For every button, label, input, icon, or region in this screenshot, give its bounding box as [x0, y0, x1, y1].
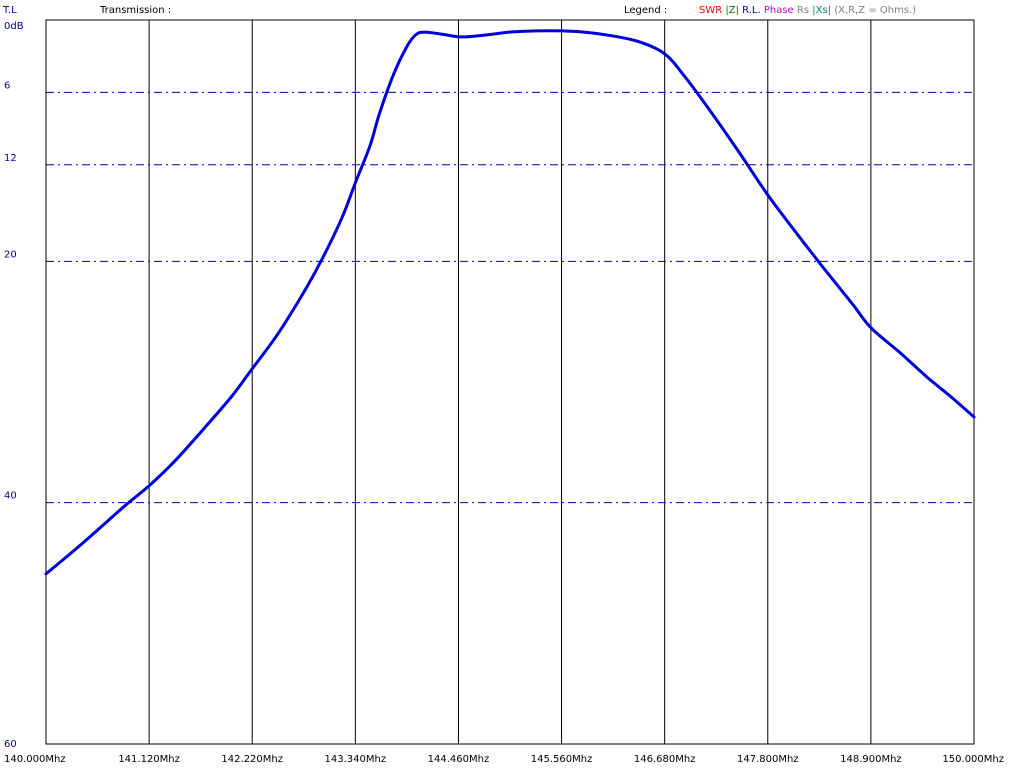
x-tick-label: 146.680Mhz [634, 754, 696, 765]
legend: SWR |Z| R.L. Phase Rs |Xs| (X,R,Z = Ohms… [699, 5, 916, 16]
x-tick-label: 142.220Mhz [221, 754, 283, 765]
x-tick-label: 148.900Mhz [840, 754, 902, 765]
svg-text:SWR |Z| R.L. Phase Rs |Xs| (X,: SWR |Z| R.L. Phase Rs |Xs| (X,R,Z = Ohms… [699, 5, 916, 16]
chart-title: Transmission : [99, 5, 171, 16]
legend-item: R.L. [739, 5, 761, 16]
x-tick-label: 141.120Mhz [118, 754, 180, 765]
legend-item: |Z| [722, 5, 739, 16]
legend-label: Legend : [624, 5, 667, 16]
x-tick-label: 144.460Mhz [428, 754, 490, 765]
y-tick-label: 60 [4, 739, 17, 750]
y-tick-label: 20 [4, 249, 17, 260]
x-tick-label: 140.000Mhz [4, 754, 66, 765]
legend-item: Phase [761, 5, 794, 16]
y-tick-label: 12 [4, 153, 17, 164]
y-tick-label: 40 [4, 491, 17, 502]
x-tick-label: 145.560Mhz [531, 754, 593, 765]
legend-item: |Xs| [809, 5, 831, 16]
x-tick-label: 147.800Mhz [737, 754, 799, 765]
legend-item: Rs [794, 5, 809, 16]
y-tick-label: 6 [4, 80, 10, 91]
x-tick-label: 143.340Mhz [325, 754, 387, 765]
x-tick-label: 150.000Mhz [942, 754, 1004, 765]
transmission-chart: T.L Transmission : Legend : SWR |Z| R.L.… [0, 0, 1024, 768]
legend-item: SWR [699, 5, 722, 16]
legend-item: (X,R,Z = Ohms.) [831, 5, 916, 16]
mode-label: T.L [2, 5, 17, 16]
y-tick-label: 0dB [4, 21, 24, 32]
